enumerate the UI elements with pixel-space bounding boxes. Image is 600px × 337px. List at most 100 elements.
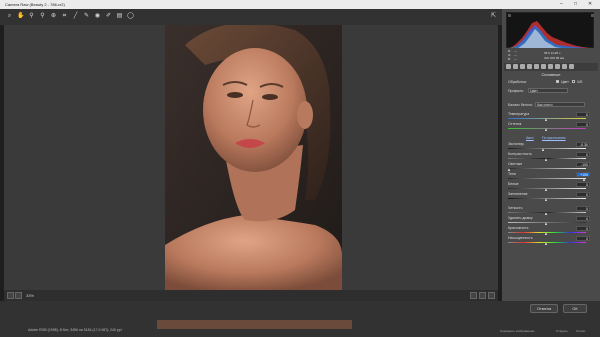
zoom-icon[interactable]: ⌕: [6, 13, 13, 20]
photo-preview[interactable]: [165, 25, 342, 290]
tab-detail-icon[interactable]: [520, 64, 525, 69]
whites-slider-track[interactable]: [508, 188, 586, 190]
adjustment-brush-icon[interactable]: ✐: [105, 13, 112, 20]
temperature-slider-track[interactable]: [508, 118, 586, 120]
shadows-value[interactable]: +100: [576, 172, 590, 177]
slider-row-vibrance: Красочность 0: [508, 226, 590, 231]
blacks-slider-handle[interactable]: [545, 198, 547, 201]
fullscreen-icon[interactable]: ⇱: [490, 13, 497, 20]
tab-tone-curve-icon[interactable]: [513, 64, 518, 69]
preferences-button[interactable]: [488, 292, 495, 299]
tab-basic-icon[interactable]: [506, 64, 511, 69]
clarity-slider-track[interactable]: [508, 212, 586, 214]
toggle-filmstrip-button[interactable]: [7, 292, 14, 299]
vibrance-label: Красочность: [508, 226, 529, 230]
slider-row-highlights: Светлые -100: [508, 162, 590, 167]
clarity-slider-handle[interactable]: [545, 212, 547, 215]
highlights-slider-handle[interactable]: [508, 168, 510, 171]
close-button[interactable]: ✕: [588, 1, 592, 7]
workflow-options-link[interactable]: Adobe RGB (1998); 8 бит; 3456 на 5184 (1…: [28, 328, 121, 332]
whites-slider-handle[interactable]: [545, 188, 547, 191]
highlights-slider-track[interactable]: [508, 168, 586, 170]
highlight-clipping-icon[interactable]: [591, 14, 594, 17]
saturation-slider-handle[interactable]: [545, 242, 547, 245]
save-image-button[interactable]: Сохранить изображение...: [500, 329, 537, 333]
tab-lens-icon[interactable]: [541, 64, 546, 69]
temperature-value[interactable]: 0: [576, 112, 590, 117]
tab-calibration-icon[interactable]: [555, 64, 560, 69]
spot-removal-icon[interactable]: ✎: [83, 13, 90, 20]
blacks-slider-track[interactable]: [508, 198, 586, 200]
maximize-button[interactable]: □: [574, 1, 577, 7]
cancel-button[interactable]: Отмена: [530, 304, 558, 313]
portrait-image: [165, 25, 342, 290]
done-button[interactable]: Готово: [576, 329, 585, 333]
zoom-menu-button[interactable]: [15, 292, 22, 299]
swap-settings-button[interactable]: [479, 292, 486, 299]
exposure-info: f/5.6 1/125 с: [544, 51, 561, 55]
dehaze-slider-handle[interactable]: [545, 222, 547, 225]
exposure-value[interactable]: -0.30: [576, 142, 590, 147]
highlights-value[interactable]: -100: [576, 162, 590, 167]
tab-split-toning-icon[interactable]: [534, 64, 539, 69]
graduated-filter-icon[interactable]: ▤: [116, 13, 123, 20]
vibrance-slider-track[interactable]: [508, 232, 586, 234]
red-eye-icon[interactable]: ◉: [94, 13, 101, 20]
dehaze-slider-track[interactable]: [508, 222, 586, 224]
contrast-value[interactable]: 0: [576, 152, 590, 157]
before-after-button[interactable]: [470, 292, 477, 299]
filmstrip-thumbnail[interactable]: [157, 320, 352, 329]
clarity-value[interactable]: 0: [576, 206, 590, 211]
saturation-value[interactable]: 0: [576, 236, 590, 241]
default-link[interactable]: По умолчанию: [542, 136, 566, 140]
white-balance-icon[interactable]: ⚲: [28, 13, 35, 20]
zoom-level[interactable]: 33%: [26, 293, 34, 298]
tint-label: Оттенок: [508, 122, 522, 126]
tint-slider-track[interactable]: [508, 128, 586, 130]
ok-button[interactable]: ОК: [563, 304, 587, 313]
slider-row-dehaze: Удалить дымку 0: [508, 216, 590, 221]
crop-icon[interactable]: ⌗: [61, 13, 68, 20]
treatment-bw-label: Ч/Б: [577, 80, 583, 84]
contrast-slider-track[interactable]: [508, 158, 586, 160]
treatment-color-radio[interactable]: [556, 80, 559, 83]
slider-row-tint: Оттенок 0: [508, 122, 590, 127]
contrast-slider-handle[interactable]: [545, 158, 547, 161]
temperature-slider-handle[interactable]: [545, 118, 547, 121]
targeted-adjust-icon[interactable]: ⊕: [50, 13, 57, 20]
whites-value[interactable]: 0: [576, 182, 590, 187]
histogram[interactable]: [506, 12, 595, 49]
whites-label: Белые: [508, 182, 519, 186]
tab-effects-icon[interactable]: [548, 64, 553, 69]
radial-filter-icon[interactable]: ◯: [127, 13, 134, 20]
dehaze-label: Удалить дымку: [508, 216, 533, 220]
exposure-slider-handle[interactable]: [542, 148, 544, 151]
open-button[interactable]: Открыть: [556, 329, 568, 333]
tab-hsl-icon[interactable]: [527, 64, 532, 69]
vibrance-slider-handle[interactable]: [545, 232, 547, 235]
shadows-slider-track[interactable]: [508, 178, 586, 180]
minimize-button[interactable]: –: [560, 1, 563, 7]
tab-presets-icon[interactable]: [562, 64, 567, 69]
treatment-label: Обработка:: [508, 80, 527, 84]
tab-snapshots-icon[interactable]: [569, 64, 574, 69]
blue-label: B:: [508, 57, 511, 61]
shadows-slider-handle[interactable]: [583, 178, 585, 181]
profile-select[interactable]: Цвет: [528, 88, 568, 93]
exposure-slider-track[interactable]: [508, 148, 586, 150]
auto-link[interactable]: Авто: [526, 136, 534, 140]
white-balance-select[interactable]: Как снято: [535, 102, 585, 107]
vibrance-value[interactable]: 0: [576, 226, 590, 231]
color-sampler-icon[interactable]: ⚲: [39, 13, 46, 20]
clarity-label: Четкость: [508, 206, 523, 210]
tint-slider-handle[interactable]: [545, 128, 547, 131]
blacks-value[interactable]: 0: [576, 192, 590, 197]
hand-icon[interactable]: ✋: [17, 13, 24, 20]
dehaze-value[interactable]: 0: [576, 216, 590, 221]
shadow-clipping-icon[interactable]: [508, 14, 511, 17]
saturation-slider-track[interactable]: [508, 242, 586, 244]
treatment-bw-radio[interactable]: [572, 80, 575, 83]
iso-info: ISO 200 85 мм: [544, 56, 565, 60]
straighten-icon[interactable]: ╱: [72, 13, 79, 20]
tint-value[interactable]: 0: [576, 122, 590, 127]
